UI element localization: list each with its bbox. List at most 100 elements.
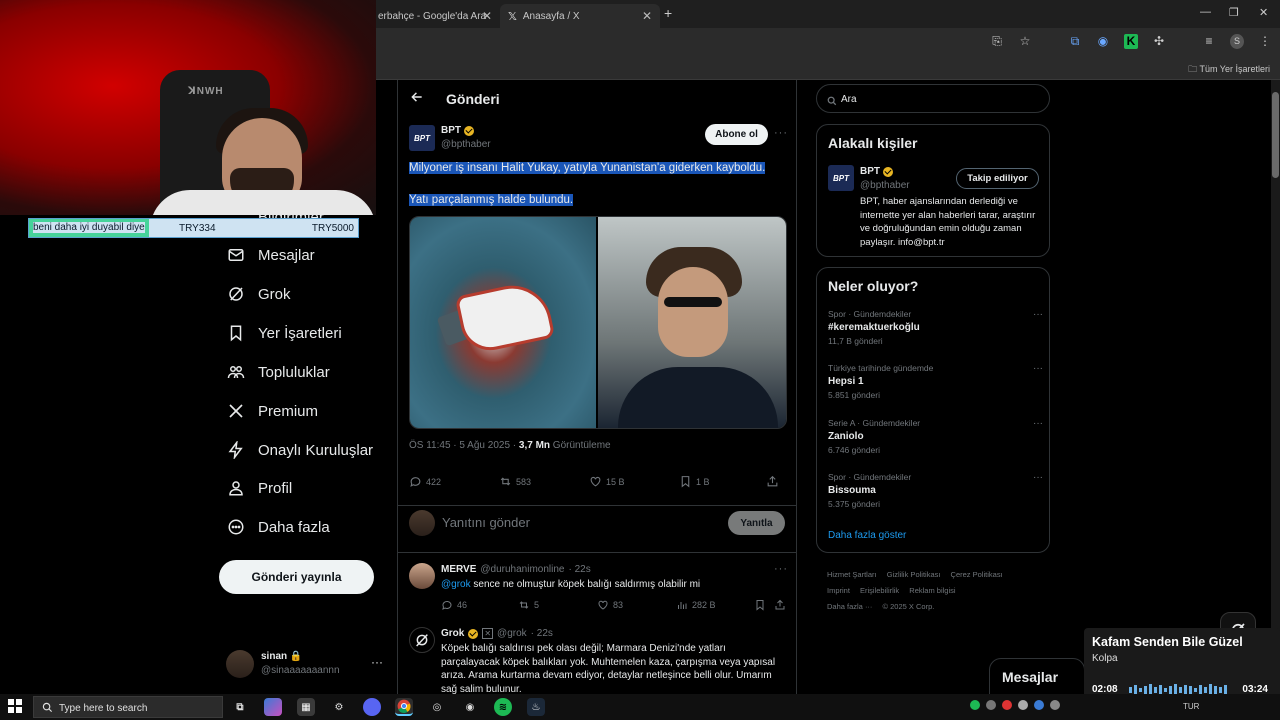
close-tab-icon[interactable]: ✕ (642, 9, 652, 23)
bookmarks-bar: 🗀 Tüm Yer İşaretleri (376, 56, 1280, 80)
tray-icon[interactable] (1034, 700, 1044, 710)
repost-action[interactable]: 5 (518, 599, 539, 611)
star-icon[interactable]: ☆ (1018, 34, 1032, 49)
nav-item-grok[interactable]: Grok (226, 282, 291, 306)
trend-item[interactable]: Serie A · Gündemdekiler Zaniolo 6.746 gö… (828, 418, 1043, 455)
avatar[interactable] (409, 563, 435, 589)
portrait-photo[interactable] (598, 217, 786, 428)
share-icon[interactable] (774, 599, 786, 611)
more-icon[interactable]: ··· (1033, 363, 1043, 374)
messages-drawer[interactable]: Mesajlar (989, 658, 1085, 698)
author-name[interactable]: BPT (441, 125, 474, 136)
more-icon[interactable]: ··· (371, 655, 383, 669)
like-action[interactable]: 15 B (589, 475, 625, 488)
tray-icon[interactable] (1002, 700, 1012, 710)
profile-avatar-icon[interactable]: S (1230, 34, 1244, 49)
footer-link[interactable]: Imprint (827, 586, 850, 595)
nav-item-messages[interactable]: Mesajlar (226, 243, 315, 267)
more-icon[interactable]: ··· (1033, 418, 1043, 429)
more-icon[interactable]: ··· (1033, 309, 1043, 320)
bookmark-icon[interactable] (754, 599, 766, 611)
install-icon[interactable]: ⎘ (990, 34, 1004, 49)
reply-button[interactable]: Yanıtla (728, 511, 785, 535)
search-input[interactable]: Ara (816, 84, 1050, 113)
tray-icon[interactable] (1018, 700, 1028, 710)
author-avatar[interactable]: BPT (409, 125, 435, 151)
account-switcher[interactable]: sinan 🔒 @sinaaaaaaannn ··· (226, 650, 386, 680)
views-action[interactable]: 282 B (676, 599, 716, 611)
task-view-icon[interactable]: ⧉ (231, 698, 249, 716)
extensions-icon[interactable]: ✣ (1152, 34, 1166, 49)
minimize-icon[interactable]: — (1200, 6, 1211, 18)
tab-google-search[interactable]: erbahçe - Google'da Ara ✕ (370, 4, 500, 28)
trend-item[interactable]: Spor · Gündemdekiler Bissouma 5.375 gönd… (828, 472, 1043, 509)
obs-icon[interactable]: ◉ (461, 698, 479, 716)
reply-action[interactable]: 46 (441, 599, 467, 611)
show-more-link[interactable]: Daha fazla göster (828, 530, 906, 541)
more-icon[interactable]: ··· (774, 127, 788, 139)
footer-link[interactable]: Gizlilik Politikası (887, 570, 941, 579)
search-icon (42, 702, 53, 716)
more-icon[interactable]: ··· (1033, 472, 1043, 483)
taskbar-search[interactable]: Type here to search (33, 696, 223, 718)
related-name[interactable]: BPT (860, 166, 893, 177)
back-arrow-icon[interactable] (410, 90, 424, 107)
grok-avatar-icon[interactable] (409, 627, 435, 653)
share-icon[interactable] (766, 475, 779, 488)
post-button[interactable]: Gönderi yayınla (219, 560, 374, 594)
steam-icon[interactable]: ♨ (527, 698, 545, 716)
close-window-icon[interactable]: ✕ (1259, 6, 1268, 19)
app-icon[interactable]: ◎ (428, 698, 446, 716)
new-tab-icon[interactable]: + (664, 5, 672, 21)
footer-link[interactable]: Çerez Politikası (951, 570, 1003, 579)
store-icon[interactable]: ▦ (297, 698, 315, 716)
tray-spotify-icon[interactable] (970, 700, 980, 710)
browser-menu-icon[interactable]: ⋮ (1258, 34, 1272, 49)
reply-action[interactable]: 422 (409, 475, 441, 488)
more-icon[interactable]: ··· (774, 563, 788, 575)
footer-link[interactable]: Daha fazla ··· (827, 602, 872, 611)
settings-icon[interactable]: ⚙ (330, 698, 348, 716)
reply-input[interactable]: Yanıtını gönder (442, 515, 530, 530)
language-indicator[interactable]: TUR (1183, 702, 1199, 711)
voice-extension-icon[interactable]: ◉ (1096, 34, 1110, 49)
translate-icon[interactable]: ⧉ (1068, 34, 1082, 49)
scrollbar[interactable] (1271, 80, 1280, 694)
avatar[interactable]: BPT (828, 165, 854, 191)
author-handle[interactable]: @bpthaber (441, 139, 491, 150)
nav-item-premium[interactable]: Premium (226, 399, 318, 423)
all-bookmarks[interactable]: 🗀 Tüm Yer İşaretleri (1188, 62, 1270, 78)
footer-link[interactable]: Hizmet Şartları (827, 570, 877, 579)
trend-item[interactable]: Türkiye tarihinde gündemde Hepsi 1 5.851… (828, 363, 1043, 400)
related-handle[interactable]: @bpthaber (860, 180, 910, 191)
tray-icon[interactable] (986, 700, 996, 710)
footer-link[interactable]: Erişilebilirlik (860, 586, 899, 595)
wreck-photo[interactable] (410, 217, 597, 428)
k-extension-icon[interactable]: K (1124, 34, 1138, 49)
like-action[interactable]: 83 (597, 599, 623, 611)
address-bar[interactable]: ⎘ ☆ ⧉ ◉ K ✣ ≡ S ⋮ (376, 28, 1280, 56)
spotify-icon[interactable]: ≋ (494, 698, 512, 716)
nav-item-communities[interactable]: Topluluklar (226, 360, 330, 384)
discord-icon[interactable] (363, 698, 381, 716)
mention-link[interactable]: @grok (441, 579, 471, 590)
windows-start-icon[interactable] (8, 699, 22, 718)
nav-item-profile[interactable]: Profil (226, 476, 292, 500)
close-tab-icon[interactable]: ✕ (482, 9, 492, 23)
repost-action[interactable]: 583 (499, 475, 531, 488)
post-media[interactable] (409, 216, 787, 429)
nav-item-bookmarks[interactable]: Yer İşaretleri (226, 321, 342, 345)
media-icon[interactable]: ≡ (1202, 34, 1216, 49)
copilot-icon[interactable] (264, 698, 282, 716)
subscribe-button[interactable]: Abone ol (705, 124, 768, 145)
bookmark-action[interactable]: 1 B (679, 475, 710, 488)
tab-x-home[interactable]: 𝕏 Anasayfa / X ✕ (500, 4, 660, 28)
trend-item[interactable]: Spor · Gündemdekiler #keremaktuerkoğlu 1… (828, 309, 1043, 346)
chrome-icon[interactable] (395, 698, 413, 716)
footer-link[interactable]: Reklam bilgisi (909, 586, 955, 595)
restore-icon[interactable]: ❐ (1229, 6, 1239, 19)
nav-item-more[interactable]: Daha fazla (226, 515, 330, 539)
following-button[interactable]: Takip ediliyor (956, 168, 1039, 189)
nav-item-verified-orgs[interactable]: Onaylı Kuruluşlar (226, 438, 373, 462)
tray-icon[interactable] (1050, 700, 1060, 710)
